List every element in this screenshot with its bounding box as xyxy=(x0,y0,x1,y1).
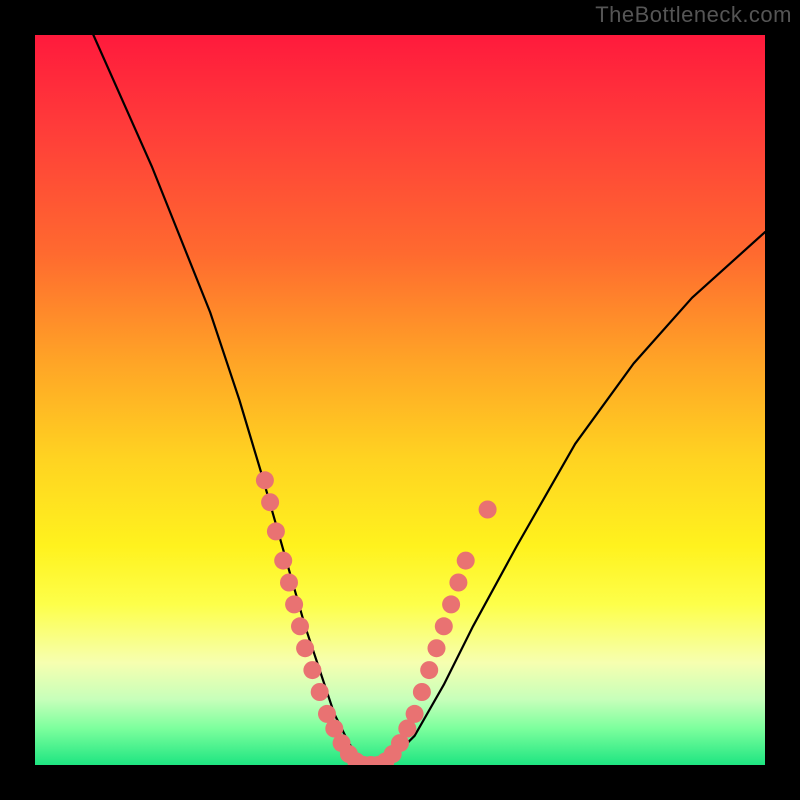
data-marker xyxy=(457,552,475,570)
data-marker xyxy=(296,639,314,657)
data-marker xyxy=(267,522,285,540)
data-marker xyxy=(479,501,497,519)
bottleneck-curve xyxy=(93,35,765,765)
marker-group xyxy=(256,471,497,765)
plot-area xyxy=(35,35,765,765)
data-marker xyxy=(420,661,438,679)
data-marker xyxy=(261,493,279,511)
data-marker xyxy=(274,552,292,570)
data-marker xyxy=(291,617,309,635)
data-marker xyxy=(303,661,321,679)
data-marker xyxy=(449,574,467,592)
watermark-text: TheBottleneck.com xyxy=(595,2,792,28)
data-marker xyxy=(428,639,446,657)
data-marker xyxy=(442,595,460,613)
chart-frame: TheBottleneck.com xyxy=(0,0,800,800)
data-marker xyxy=(280,574,298,592)
data-marker xyxy=(256,471,274,489)
curve-layer xyxy=(35,35,765,765)
data-marker xyxy=(435,617,453,635)
data-marker xyxy=(413,683,431,701)
data-marker xyxy=(406,705,424,723)
data-marker xyxy=(285,595,303,613)
data-marker xyxy=(311,683,329,701)
